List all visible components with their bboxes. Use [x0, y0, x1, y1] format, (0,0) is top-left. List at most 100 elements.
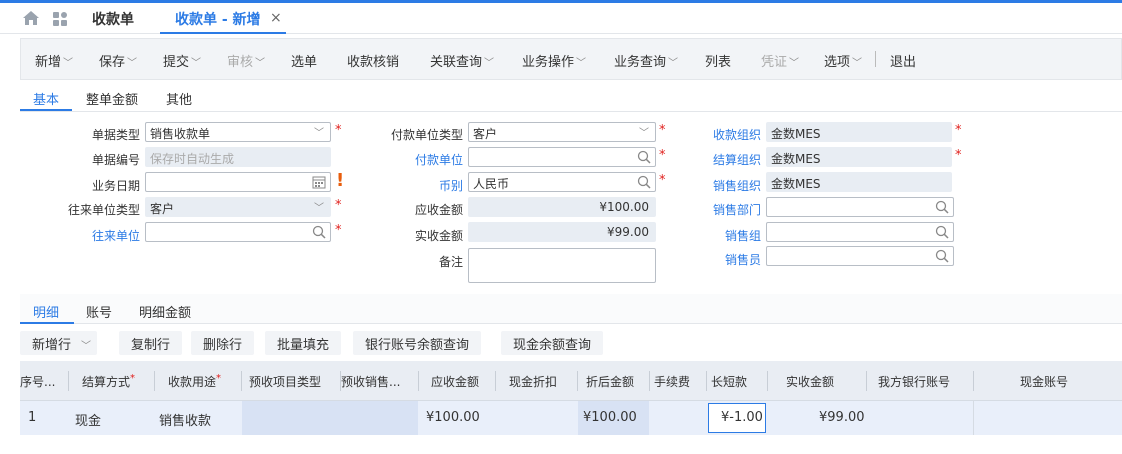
biz-query-button[interactable]: 业务查询 ﹀: [614, 51, 678, 70]
search-icon[interactable]: [637, 175, 651, 189]
exit-button[interactable]: 退出: [890, 51, 916, 70]
search-icon[interactable]: [637, 150, 651, 164]
cell-receivable[interactable]: ¥100.00: [426, 410, 480, 425]
payer-type-value: 客户: [473, 127, 498, 141]
search-icon[interactable]: [935, 225, 949, 239]
partner-type-select[interactable]: 客户 ﹀: [145, 197, 331, 217]
required-mark: *: [335, 123, 342, 138]
col-prepay-item-type[interactable]: 预收项目类型: [249, 373, 321, 390]
cell-settle-method[interactable]: 现金: [75, 410, 101, 429]
bill-no-label: 单据编号: [91, 153, 140, 167]
search-icon[interactable]: [312, 225, 326, 239]
apps-grid-icon[interactable]: [52, 11, 68, 27]
biz-operation-button[interactable]: 业务操作 ﹀: [522, 51, 586, 70]
col-our-bank-account[interactable]: 我方银行账号: [878, 373, 950, 390]
bill-type-label: 单据类型: [91, 128, 140, 142]
col-purpose-label: 收款用途: [168, 375, 217, 389]
partner-type-label: 往来单位类型: [67, 203, 140, 217]
delete-row-button[interactable]: 删除行: [191, 331, 255, 355]
sales-dept-field[interactable]: [766, 197, 954, 217]
copy-row-button[interactable]: 复制行: [119, 331, 183, 355]
cell-over-short[interactable]: ¥-1.00: [721, 410, 763, 425]
bank-balance-query-button[interactable]: 银行账号余额查询: [353, 331, 482, 355]
search-icon[interactable]: [935, 249, 949, 263]
voucher-button[interactable]: 凭证 ﹀: [761, 51, 799, 70]
column-divider: [973, 371, 974, 391]
tab-total-amount[interactable]: 整单金额: [86, 89, 138, 108]
payer-label[interactable]: 付款单位: [380, 151, 463, 168]
currency-field[interactable]: 人民币: [468, 172, 656, 192]
detail-toolbar: 新增行 ﹀ 复制行 删除行 批量填充 银行账号余额查询 现金余额查询: [20, 325, 1122, 359]
tab-basic[interactable]: 基本: [33, 89, 59, 108]
new-button[interactable]: 新增 ﹀: [35, 51, 73, 70]
highlight-cell: [242, 401, 418, 435]
cash-balance-query-button[interactable]: 现金余额查询: [501, 331, 604, 355]
col-cash-discount[interactable]: 现金折扣: [509, 373, 557, 390]
currency-label[interactable]: 币别: [380, 177, 463, 194]
cell-purpose[interactable]: 销售收款: [159, 410, 211, 429]
payer-type-select[interactable]: 客户 ﹀: [468, 122, 656, 142]
tab-receipt-new[interactable]: 收款单 - 新增: [175, 9, 261, 29]
submit-button[interactable]: 提交 ﹀: [163, 51, 201, 70]
sales-org-label[interactable]: 销售组织: [680, 177, 761, 194]
close-tab-icon[interactable]: ×: [270, 10, 282, 26]
audit-button[interactable]: 审核 ﹀: [227, 51, 265, 70]
voucher-label: 凭证: [761, 55, 788, 70]
payer-field[interactable]: [468, 147, 656, 167]
column-divider: [649, 371, 650, 391]
search-icon[interactable]: [935, 200, 949, 214]
sales-dept-label[interactable]: 销售部门: [680, 201, 761, 218]
batch-fill-button[interactable]: 批量填充: [265, 331, 342, 355]
col-after-discount[interactable]: 折后金额: [586, 373, 634, 390]
required-mark: *: [955, 148, 962, 163]
recv-org-label[interactable]: 收款组织: [680, 126, 761, 143]
save-label: 保存: [99, 55, 126, 70]
col-cash-account[interactable]: 现金账号: [1020, 373, 1068, 390]
home-icon[interactable]: [22, 10, 40, 26]
options-label: 选项: [824, 55, 851, 70]
col-seq[interactable]: 序号...: [20, 373, 55, 390]
currency-value: 人民币: [473, 177, 510, 191]
col-prepay-sales[interactable]: 预收销售...: [341, 373, 400, 390]
salesman-label[interactable]: 销售员: [680, 251, 761, 268]
chevron-down-icon: ﹀: [314, 203, 324, 214]
sales-group-field[interactable]: [766, 222, 954, 242]
tab-other[interactable]: 其他: [166, 89, 192, 108]
column-divider: [973, 401, 974, 435]
col-fee[interactable]: 手续费: [654, 373, 690, 390]
active-tab-indicator: [160, 32, 286, 34]
receipt-verify-button[interactable]: 收款核销: [347, 51, 399, 70]
partner-label[interactable]: 往来单位: [60, 227, 140, 244]
partner-field[interactable]: [145, 222, 331, 242]
col-over-short[interactable]: 长短款: [711, 373, 747, 390]
receivable-field: ¥100.00: [468, 197, 656, 217]
col-settle-method[interactable]: 结算方式*: [82, 373, 135, 390]
calendar-icon[interactable]: [312, 175, 326, 189]
save-button[interactable]: 保存 ﹀: [99, 51, 137, 70]
col-purpose[interactable]: 收款用途*: [168, 373, 221, 390]
tab-account[interactable]: 账号: [86, 302, 112, 321]
remark-field[interactable]: [468, 248, 656, 283]
table-row[interactable]: 1 现金 销售收款 ¥100.00 ¥100.00 ¥-1.00 ¥99.00: [20, 401, 1122, 435]
add-row-button[interactable]: 新增行 ﹀: [20, 331, 98, 355]
salesman-field[interactable]: [766, 246, 954, 266]
tab-detail-amount[interactable]: 明细金额: [139, 302, 191, 321]
options-button[interactable]: 选项 ﹀: [824, 51, 862, 70]
document-tab-bar: 收款单 收款单 - 新增 ×: [0, 3, 1122, 34]
related-label: 关联查询: [430, 55, 483, 70]
list-button[interactable]: 列表: [705, 51, 731, 70]
cell-seq: 1: [28, 410, 37, 425]
related-query-button[interactable]: 关联查询 ﹀: [430, 51, 494, 70]
tab-receipt-list[interactable]: 收款单: [92, 9, 134, 29]
col-receivable[interactable]: 应收金额: [431, 373, 479, 390]
cell-received[interactable]: ¥99.00: [819, 410, 865, 425]
column-divider: [706, 371, 707, 391]
tab-detail[interactable]: 明细: [33, 302, 59, 321]
biz-date-field[interactable]: [145, 172, 331, 192]
bill-type-select[interactable]: 销售收款单 ﹀: [145, 122, 331, 142]
col-received[interactable]: 实收金额: [786, 373, 834, 390]
sales-group-label[interactable]: 销售组: [680, 227, 761, 244]
cell-after-discount[interactable]: ¥100.00: [583, 410, 637, 425]
select-bill-button[interactable]: 选单: [291, 51, 317, 70]
settle-org-label[interactable]: 结算组织: [680, 151, 761, 168]
